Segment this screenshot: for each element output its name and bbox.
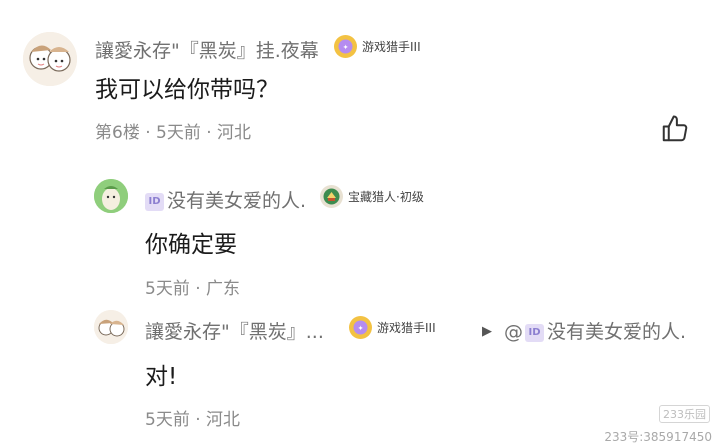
watermark-logo: 233乐园	[659, 405, 710, 423]
reply-badge-2[interactable]: ✦ 游戏猎手III	[349, 316, 436, 339]
reply-meta-1: 5天前 · 广东	[145, 279, 241, 299]
thumbs-up-icon	[662, 115, 688, 142]
reply-username-text: 没有美女爱的人.	[167, 190, 307, 212]
reply-at-sign: @	[504, 321, 523, 343]
commenter-avatar[interactable]	[23, 32, 77, 86]
like-button[interactable]	[660, 114, 690, 144]
id-icon: ID	[525, 323, 544, 342]
avatar-illustration	[23, 32, 77, 86]
reply-username-1[interactable]: ID 没有美女爱的人.	[145, 186, 306, 213]
svg-text:✦: ✦	[358, 325, 364, 333]
commenter-badge[interactable]: ✦ 游戏猎手III	[334, 35, 421, 58]
reply-username-2[interactable]: 讓愛永存"『黑炭』...	[145, 317, 324, 344]
reply-text-2: 对!	[145, 364, 178, 390]
reply-text-1: 你确定要	[145, 232, 237, 258]
reply-to-arrow-icon: ▶	[482, 324, 492, 339]
commenter-username[interactable]: 讓愛永存"『黑炭』挂.夜幕	[95, 36, 319, 63]
game-hunter-icon: ✦	[349, 316, 372, 339]
badge-label: 游戏猎手III	[377, 321, 436, 335]
id-icon: ID	[145, 192, 164, 211]
comment-meta: 第6楼 · 5天前 · 河北	[95, 123, 252, 143]
reply-to-name: 没有美女爱的人.	[547, 321, 687, 343]
avatar-illustration	[94, 179, 128, 213]
reply-avatar-2[interactable]	[94, 310, 128, 344]
reply-badge-1[interactable]: 宝藏猎人·初级	[320, 185, 424, 208]
game-hunter-icon: ✦	[334, 35, 357, 58]
avatar-illustration	[94, 310, 128, 344]
reply-meta-2: 5天前 · 河北	[145, 410, 241, 430]
reply-to-target[interactable]: @ ID 没有美女爱的人.	[504, 317, 686, 344]
watermark-text: 233号:385917450	[604, 430, 712, 444]
svg-text:✦: ✦	[343, 44, 349, 52]
treasure-hunter-icon	[320, 185, 343, 208]
badge-label: 宝藏猎人·初级	[348, 190, 424, 204]
reply-avatar-1[interactable]	[94, 179, 128, 213]
comment-text: 我可以给你带吗？	[95, 77, 279, 103]
badge-label: 游戏猎手III	[362, 40, 421, 54]
